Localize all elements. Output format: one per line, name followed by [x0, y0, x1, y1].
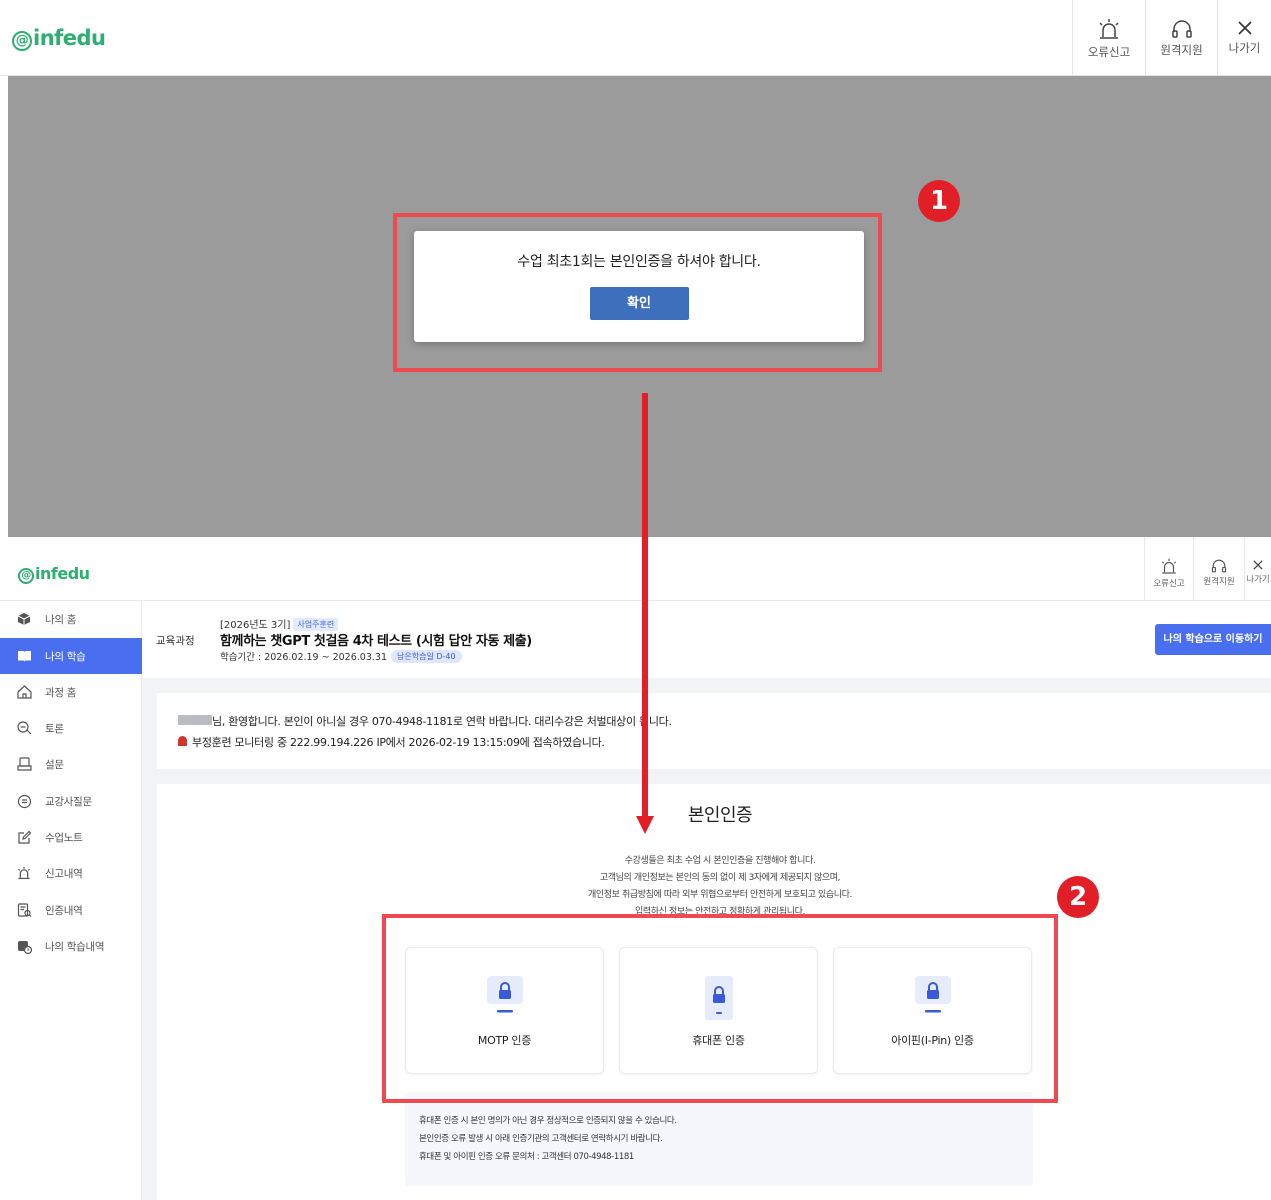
sidebar-item-label: 나의 학습내역 — [45, 940, 105, 953]
certificate-icon — [16, 902, 32, 918]
course-label: 교육과정 — [156, 635, 195, 647]
siren-icon — [1161, 558, 1177, 574]
red-siren-icon — [178, 736, 187, 746]
infedu-logo[interactable]: @ infedu — [12, 26, 106, 51]
monitoring-notice: 부정훈련 모니터링 중 222.99.194.226 IP에서 2026-02-… — [178, 734, 605, 750]
sub-remote-support-button[interactable]: 원격지원 — [1193, 537, 1244, 600]
highlight-box-2 — [382, 914, 1058, 1103]
annotation-badge-2: 2 — [1057, 876, 1099, 918]
auth-info-line: 본인인증 오류 발생 시 아래 인증기관의 고객센터로 연락하시기 바랍니다. — [419, 1134, 663, 1144]
home-cube-icon — [16, 611, 32, 627]
headset-icon — [1211, 559, 1227, 573]
sidebar-item-class-note[interactable]: 수업노트 — [0, 819, 142, 855]
sidebar-item-label: 신고내역 — [45, 867, 83, 880]
sidebar-item-label: 교강사질문 — [45, 795, 92, 808]
sidebar-item-label: 과정 홈 — [45, 686, 77, 699]
auth-description-line: 수강생들은 최초 수업 시 본인인증을 진행해야 합니다. — [624, 856, 816, 866]
close-icon — [1237, 21, 1252, 35]
sidebar-item-label: 나의 학습 — [45, 650, 86, 663]
history-icon — [16, 938, 32, 954]
sidebar-item-auth-history[interactable]: 인증내역 — [0, 892, 142, 928]
logo-mark: @ — [12, 31, 32, 51]
sidebar-item-discussion[interactable]: 토론 — [0, 710, 142, 746]
go-to-my-learning-button[interactable]: 나의 학습으로 이동하기 — [1155, 624, 1271, 655]
sidebar-item-my-learning[interactable]: 나의 학습 — [0, 638, 142, 674]
auth-description-line: 개인정보 취급방침에 따라 외부 위협으로부터 안전하게 보호되고 있습니다. — [588, 890, 852, 900]
sub-header — [0, 537, 1271, 601]
blurred-user-name — [178, 715, 212, 725]
house-icon — [16, 684, 32, 700]
sub-error-report-button[interactable]: 오류신고 — [1144, 537, 1193, 600]
sidebar-item-label: 수업노트 — [45, 831, 83, 844]
sidebar-item-label: 토론 — [45, 722, 64, 735]
siren-icon — [1099, 19, 1119, 39]
sidebar-item-learning-history[interactable]: 나의 학습내역 — [0, 928, 142, 964]
sub-remote-support-label: 원격지원 — [1203, 577, 1235, 587]
sidebar-item-label: 인증내역 — [45, 904, 83, 917]
annotation-arrow-line — [642, 393, 648, 818]
exit-label: 나가기 — [1228, 41, 1261, 55]
course-period: 학습기간 : 2026.02.19 ~ 2026.03.31 남은학습일 D-40 — [220, 649, 462, 663]
sidebar-item-instructor-question[interactable]: 교강사질문 — [0, 783, 142, 819]
course-year: [2026년도 3기] 사업주훈련 — [220, 616, 339, 631]
logo-text: infedu — [33, 26, 106, 50]
sidebar-item-label: 나의 홈 — [45, 613, 77, 626]
highlight-box-1 — [393, 213, 882, 372]
sidebar-item-report-history[interactable]: 신고내역 — [0, 855, 142, 891]
welcome-notice: 님, 환영합니다. 본인이 아니실 경우 070-4948-1181로 연락 바… — [178, 713, 672, 729]
annotation-badge-1: 1 — [918, 180, 960, 222]
error-report-label: 오류신고 — [1087, 45, 1131, 59]
remaining-days-label: 남은학습일 — [397, 652, 434, 661]
close-icon — [1253, 560, 1263, 570]
annotation-arrow-head — [636, 816, 654, 834]
note-edit-icon — [16, 829, 32, 845]
survey-icon — [16, 756, 32, 772]
sub-logo-mark: @ — [18, 568, 34, 584]
auth-description-line: 고객님의 개인정보는 본인의 동의 없이 제 3자에게 제공되지 않으며, — [599, 873, 841, 883]
sub-exit-button[interactable]: 나가기 — [1244, 537, 1271, 600]
notice-card — [157, 693, 1271, 769]
sidebar-item-course-home[interactable]: 과정 홈 — [0, 674, 142, 710]
course-title: 함께하는 챗GPT 첫걸음 4차 테스트 (시험 답안 자동 제출) — [220, 634, 532, 649]
welcome-notice-text: 님, 환영합니다. 본인이 아니실 경우 070-4948-1181로 연락 바… — [212, 715, 672, 728]
course-period-text: 학습기간 : 2026.02.19 ~ 2026.03.31 — [220, 652, 387, 663]
remaining-days-value: D-40 — [436, 652, 456, 661]
monitoring-notice-text: 부정훈련 모니터링 중 222.99.194.226 IP에서 2026-02-… — [192, 736, 605, 749]
error-report-button[interactable]: 오류신고 — [1072, 0, 1145, 76]
sub-logo-text: infedu — [35, 564, 90, 583]
exit-button[interactable]: 나가기 — [1217, 0, 1271, 76]
question-icon — [16, 793, 32, 809]
headset-icon — [1171, 20, 1192, 38]
siren-icon — [16, 865, 32, 881]
sub-error-report-label: 오류신고 — [1153, 579, 1185, 589]
book-icon — [16, 648, 32, 664]
remaining-days-badge: 남은학습일 D-40 — [391, 650, 462, 663]
remote-support-button[interactable]: 원격지원 — [1145, 0, 1217, 76]
sidebar-item-label: 설문 — [45, 758, 64, 771]
remote-support-label: 원격지원 — [1160, 43, 1203, 57]
sub-exit-label: 나가기 — [1246, 575, 1270, 585]
sidebar-item-my-home[interactable]: 나의 홈 — [0, 601, 142, 637]
sidebar: 나의 홈 나의 학습 과정 홈 토론 설문 교강사질문 수업노트 신고내역 인증… — [0, 601, 142, 1200]
auth-info-line: 휴대폰 인증 시 본인 명의가 아닌 경우 정상적으로 인증되지 않을 수 있습… — [419, 1116, 677, 1126]
sub-infedu-logo[interactable]: @ infedu — [18, 564, 90, 584]
sidebar-item-survey[interactable]: 설문 — [0, 746, 142, 782]
auth-info-line: 휴대폰 및 아이핀 인증 오류 문의처 : 고객센터 070-4948-1181 — [419, 1152, 634, 1162]
discussion-icon — [16, 720, 32, 736]
